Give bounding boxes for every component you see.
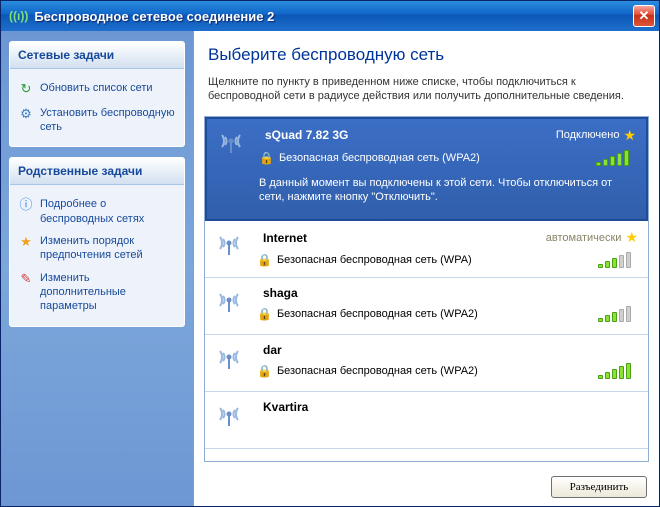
refresh-icon: ↻	[18, 81, 34, 98]
disconnect-button[interactable]: Разъединить	[551, 476, 647, 498]
panel-header: Сетевые задачи	[10, 42, 184, 69]
panel-related-tasks: Родственные задачи ⓘ Подробнее о беспрово…	[9, 157, 185, 326]
task-link[interactable]: ↻ Обновить список сети	[16, 77, 178, 102]
task-link[interactable]: ⓘ Подробнее о беспроводных сетях	[16, 193, 178, 230]
panel-body: ⓘ Подробнее о беспроводных сетях ★ Изменить…	[10, 185, 184, 325]
antenna-icon	[215, 343, 243, 383]
network-list[interactable]: sQuad 7.82 3GПодключено★🔒Безопасная бесп…	[204, 116, 649, 462]
network-status: Подключено	[556, 129, 620, 141]
page-title: Выберите беспроводную сеть	[208, 45, 645, 65]
network-body: dar 🔒 Безопасная беспроводная сеть (WPA2)	[253, 343, 638, 379]
task-label: Подробнее о беспроводных сетях	[40, 197, 176, 226]
network-security: 🔒 Безопасная беспроводная сеть (WPA2)	[253, 307, 478, 321]
task-label: Изменить порядок предпочтения сетей	[40, 234, 176, 263]
panel-body: ↻ Обновить список сети ⚙ Установить беспров…	[10, 69, 184, 146]
task-link[interactable]: ★ Изменить порядок предпочтения сетей	[16, 230, 178, 267]
task-label: Обновить список сети	[40, 81, 153, 95]
sidebar: Сетевые задачи ↻ Обновить список сети ⚙ Уст…	[1, 31, 193, 506]
footer: Разъединить	[194, 468, 659, 506]
titlebar: ((ı)) Беспроводное сетевое соединение 2 …	[1, 1, 659, 31]
panel-network-tasks: Сетевые задачи ↻ Обновить список сети ⚙ Уст…	[9, 41, 185, 147]
security-label: Безопасная беспроводная сеть (WPA)	[277, 254, 472, 266]
network-name: Internet	[253, 231, 546, 245]
task-label: Установить беспроводную сеть	[40, 106, 176, 135]
network-item[interactable]: sQuad 7.82 3GПодключено★ 🔒 Безопасная бесп…	[205, 117, 648, 222]
window: ((ı)) Беспроводное сетевое соединение 2 …	[0, 0, 660, 507]
main-header: Выберите беспроводную сеть Щелкните по п…	[194, 31, 659, 110]
network-body: sQuad 7.82 3GПодключено★ 🔒 Безопасная бесп…	[255, 127, 636, 206]
antenna-icon	[217, 127, 245, 167]
lock-icon: 🔒	[257, 307, 272, 321]
security-label: Безопасная беспроводная сеть (WPA2)	[279, 152, 480, 164]
network-name: shaga	[253, 286, 638, 300]
network-status: автоматически	[546, 232, 622, 244]
network-item[interactable]: Kvartira	[205, 392, 648, 449]
network-body: Internetавтоматически★ 🔒 Безопасная беспро…	[253, 229, 638, 268]
network-name: sQuad 7.82 3G	[255, 128, 556, 142]
network-security: 🔒 Безопасная беспроводная сеть (WPA2)	[253, 364, 478, 378]
preferred-star-icon: ★	[623, 127, 636, 144]
star-icon: ★	[18, 234, 34, 251]
security-label: Безопасная беспроводная сеть (WPA2)	[277, 308, 478, 320]
network-security: 🔒 Безопасная беспроводная сеть (WPA2)	[255, 151, 480, 165]
signal-strength-icon	[596, 150, 636, 166]
wireless-icon: ((ı))	[9, 9, 28, 23]
security-label: Безопасная беспроводная сеть (WPA2)	[277, 365, 478, 377]
network-security: 🔒 Безопасная беспроводная сеть (WPA)	[253, 253, 472, 267]
main-pane: Выберите беспроводную сеть Щелкните по п…	[193, 31, 659, 506]
network-item[interactable]: dar 🔒 Безопасная беспроводная сеть (WPA2)	[205, 335, 648, 392]
network-name: Kvartira	[253, 400, 638, 414]
antenna-icon	[215, 229, 243, 269]
antenna-icon	[215, 286, 243, 326]
network-name: dar	[253, 343, 638, 357]
window-title: Беспроводное сетевое соединение 2	[34, 9, 633, 24]
lock-icon: 🔒	[259, 151, 274, 165]
preferred-star-icon: ★	[625, 229, 638, 246]
task-link[interactable]: ⚙ Установить беспроводную сеть	[16, 102, 178, 139]
settings-icon: ✎	[18, 271, 34, 288]
page-description: Щелкните по пункту в приведенном ниже сп…	[208, 75, 645, 104]
network-body: shaga 🔒 Безопасная беспроводная сеть (WPA2…	[253, 286, 638, 322]
panel-header: Родственные задачи	[10, 158, 184, 185]
content: Сетевые задачи ↻ Обновить список сети ⚙ Уст…	[1, 31, 659, 506]
network-item[interactable]: shaga 🔒 Безопасная беспроводная сеть (WPA2…	[205, 278, 648, 335]
lock-icon: 🔒	[257, 364, 272, 378]
lock-icon: 🔒	[257, 253, 272, 267]
task-link[interactable]: ✎ Изменить дополнительные параметры	[16, 267, 178, 318]
network-message: В данный момент вы подключены к этой сет…	[255, 172, 636, 206]
antenna-icon	[215, 400, 243, 440]
close-button[interactable]: ✕	[633, 5, 655, 27]
signal-strength-icon	[598, 306, 638, 322]
network-body: Kvartira	[253, 400, 638, 414]
signal-strength-icon	[598, 363, 638, 379]
network-item[interactable]: Internetавтоматически★ 🔒 Безопасная беспро…	[205, 221, 648, 278]
task-label: Изменить дополнительные параметры	[40, 271, 176, 314]
signal-strength-icon	[598, 252, 638, 268]
adapter-icon: ⚙	[18, 106, 34, 123]
info-icon: ⓘ	[18, 197, 34, 214]
